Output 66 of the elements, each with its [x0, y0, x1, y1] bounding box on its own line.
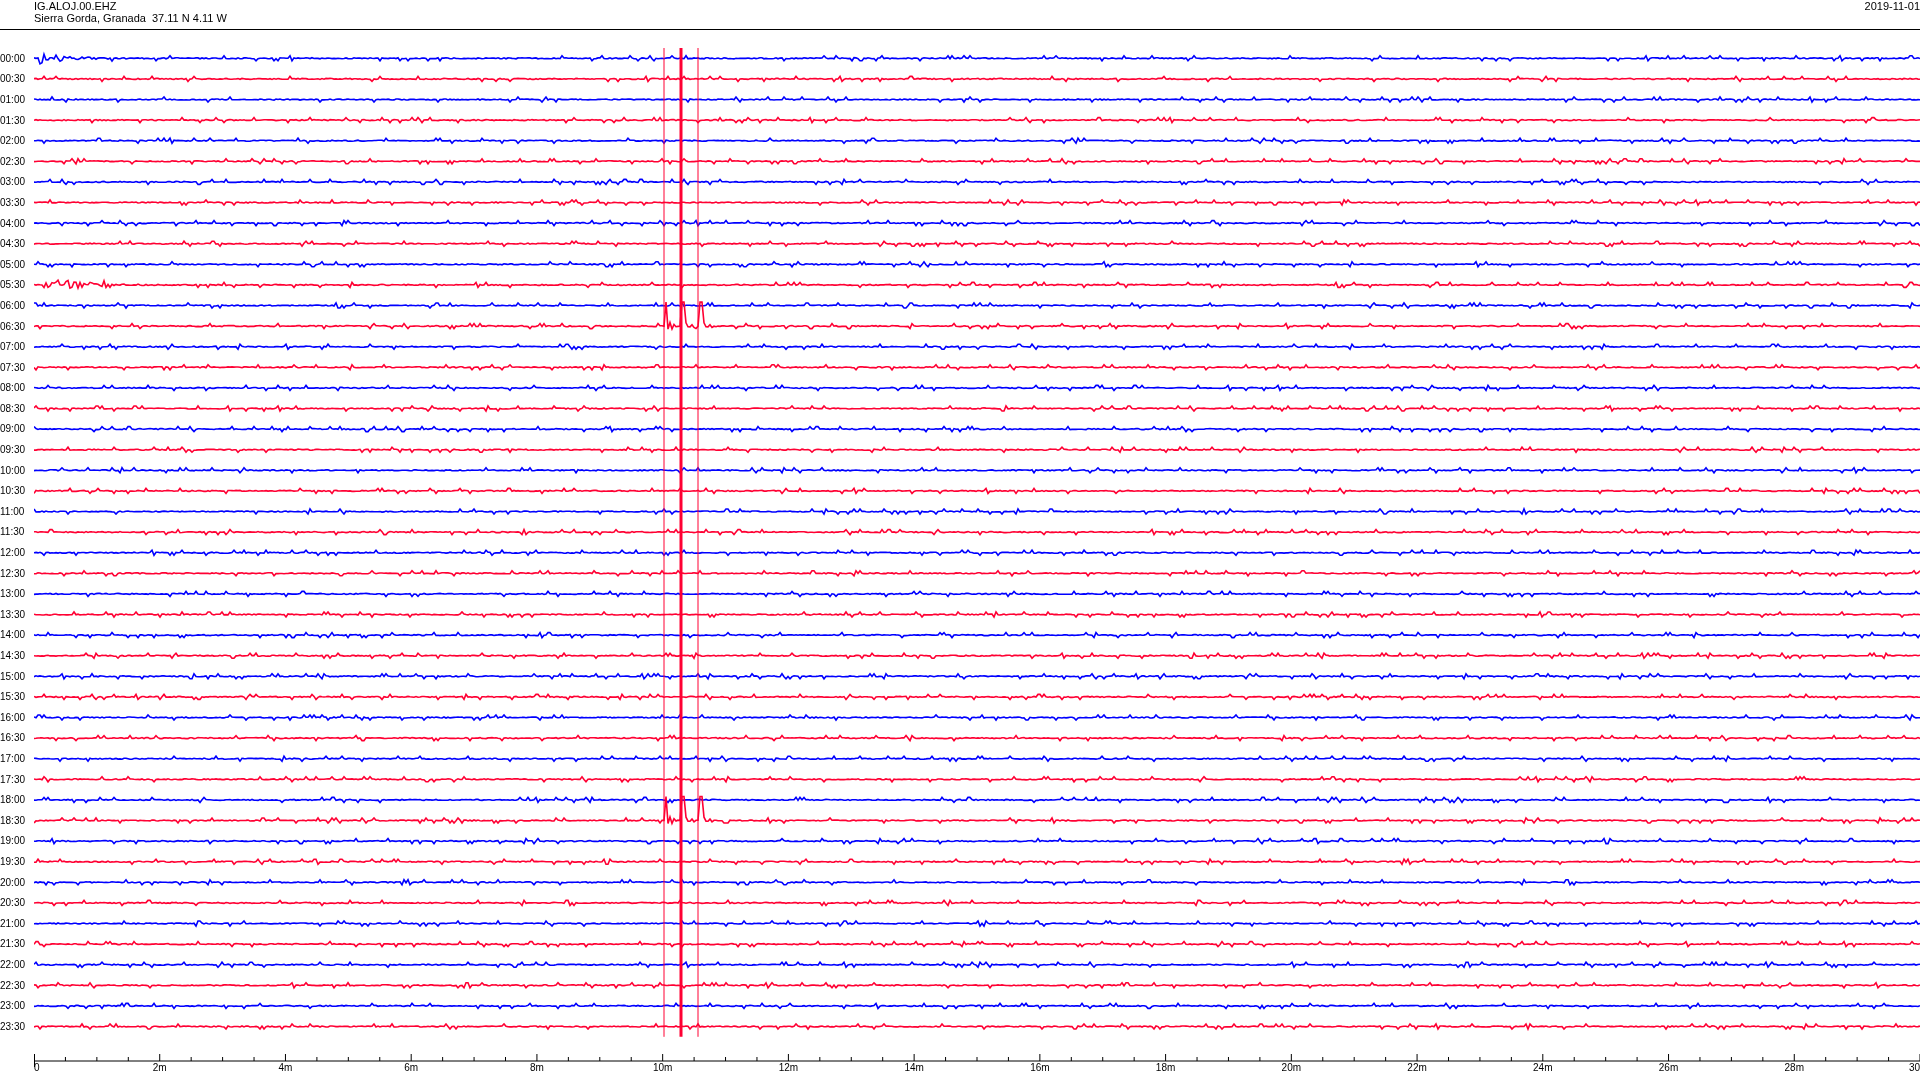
trace-time-label: 20:00 [0, 875, 26, 890]
trace-time-label: 09:00 [0, 422, 26, 437]
trace-time-label: 18:30 [0, 813, 26, 828]
trace-time-label: 08:30 [0, 401, 26, 416]
trace-time-label: 17:30 [0, 772, 26, 787]
trace-time-label: 07:00 [0, 340, 26, 355]
trace-time-label: 06:30 [0, 319, 26, 334]
trace-time-label: 21:00 [0, 916, 26, 931]
trace-time-label: 14:30 [0, 649, 26, 663]
axis-tick-label: 22m [1407, 1061, 1427, 1072]
trace-time-label: 11:30 [0, 525, 25, 540]
trace-time-label: 22:00 [0, 957, 26, 972]
trace-time-label: 00:30 [0, 72, 26, 87]
axis-tick-label: 12m [778, 1061, 799, 1072]
axis-tick-label: 30 [1908, 1061, 1920, 1072]
trace-time-label: 05:00 [0, 257, 26, 272]
trace-time-label: 17:00 [0, 752, 26, 766]
trace-time-label: 02:30 [0, 154, 26, 169]
trace-time-label: 15:00 [0, 669, 26, 684]
trace-time-label: 16:30 [0, 731, 26, 746]
trace-time-label: 01:00 [0, 93, 26, 107]
trace-time-label: 05:30 [0, 278, 26, 293]
trace-time-label: 04:00 [0, 216, 26, 231]
trace-time-label: 07:30 [0, 360, 26, 375]
trace-time-label: 23:00 [0, 999, 26, 1014]
trace-time-label: 04:30 [0, 237, 26, 252]
trace-time-label: 08:00 [0, 381, 26, 396]
trace-time-label: 19:30 [0, 854, 26, 869]
axis-tick-label: 8m [530, 1061, 544, 1072]
axis-tick-label: 6m [404, 1061, 419, 1072]
trace-time-label: 12:00 [0, 546, 26, 561]
trace-time-label: 06:00 [0, 298, 26, 313]
trace-time-label: 11:00 [0, 504, 25, 519]
trace-time-label: 12:30 [0, 566, 26, 581]
axis-tick-label: 18m [1155, 1061, 1176, 1072]
trace-time-label: 03:00 [0, 175, 26, 190]
trace-time-label: 18:00 [0, 793, 26, 808]
axis-tick-label: 4m [278, 1061, 293, 1072]
axis-tick-label: 2m [152, 1061, 167, 1072]
axis-tick-label: 26m [1658, 1061, 1679, 1072]
trace-time-label: 21:30 [0, 937, 26, 952]
plot-date: 2019-11-01 [1864, 0, 1920, 14]
trace-time-label: 10:00 [0, 463, 26, 478]
trace-time-label: 10:30 [0, 484, 26, 499]
trace-time-label: 13:30 [0, 607, 26, 622]
axis-tick-label: 14m [904, 1061, 924, 1072]
axis-tick-label: 10m [652, 1061, 673, 1072]
trace-time-label: 19:00 [0, 834, 26, 849]
trace-time-label: 22:30 [0, 978, 26, 993]
trace-time-label: 02:00 [0, 134, 26, 149]
station-location: Sierra Gorda, Granada 37.11 N 4.11 W [34, 12, 227, 24]
axis-tick-label: 24m [1533, 1061, 1553, 1072]
trace-time-label: 01:30 [0, 113, 26, 128]
axis-tick-label: 28m [1784, 1061, 1804, 1072]
trace-time-label: 14:00 [0, 628, 26, 643]
trace-time-label: 16:00 [0, 710, 26, 725]
trace-time-label: 03:30 [0, 195, 26, 210]
trace-time-label: 09:30 [0, 443, 26, 458]
trace-time-label: 00:00 [0, 51, 26, 66]
axis-tick-label: 16m [1030, 1061, 1050, 1072]
trace-time-label: 15:30 [0, 690, 26, 705]
trace-time-label: 20:30 [0, 896, 26, 911]
trace-time-label: 23:30 [0, 1019, 26, 1034]
axis-tick-label: 20m [1281, 1061, 1302, 1072]
trace-time-label: 13:00 [0, 587, 26, 602]
station-code: IG.ALOJ.00.EHZ [34, 0, 118, 12]
